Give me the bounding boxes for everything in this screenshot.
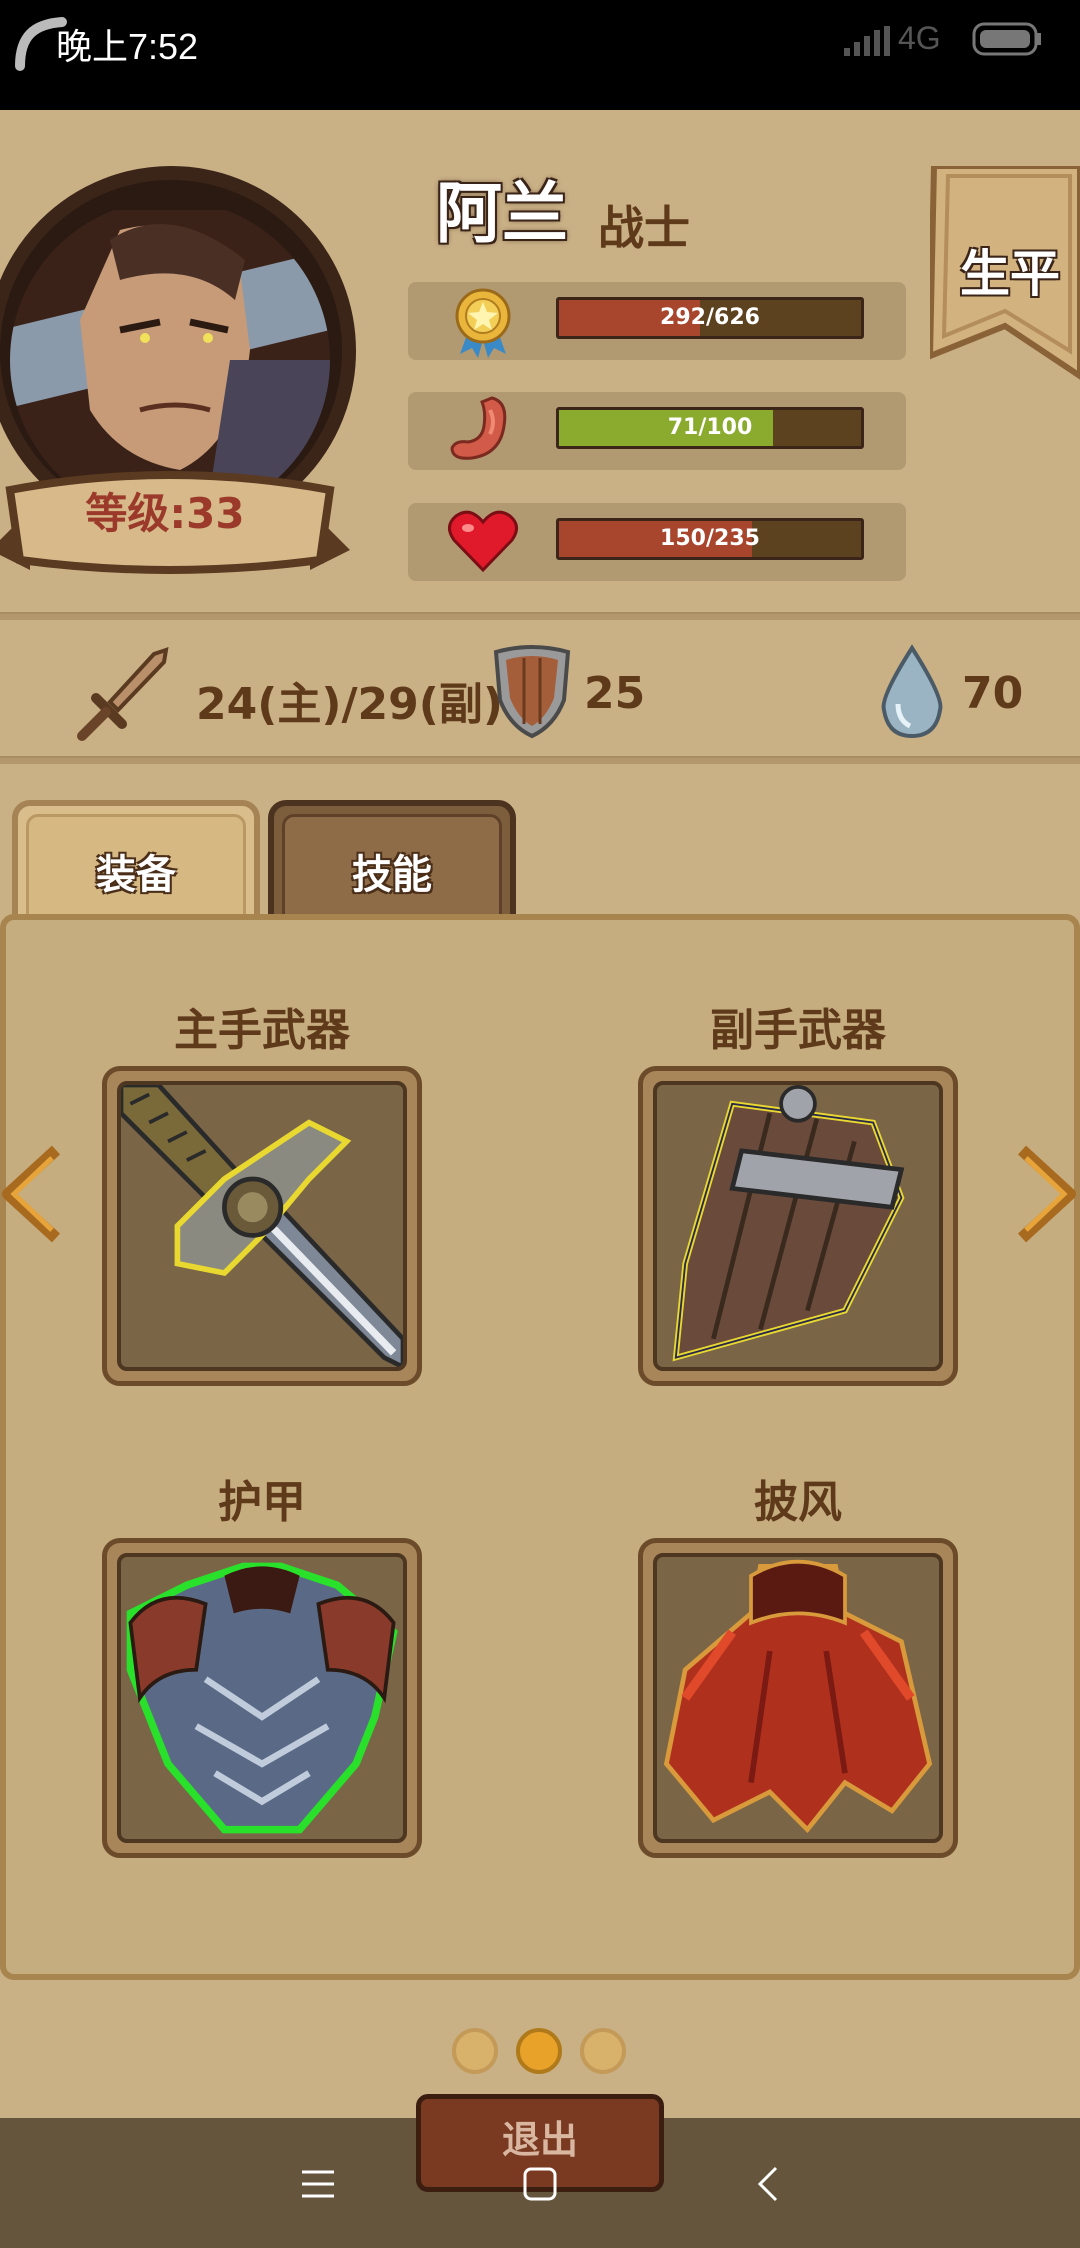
tab-skills-label: 技能 <box>352 852 432 898</box>
sword-attack-icon <box>77 647 169 741</box>
main-weapon-slot-inner <box>117 1081 407 1371</box>
page-dot-2[interactable] <box>516 2028 562 2074</box>
signal-icon <box>844 26 890 56</box>
hero-class: 战士 <box>598 201 690 255</box>
home-icon[interactable] <box>522 2166 558 2202</box>
mana-value: 70 <box>962 668 1024 719</box>
level-label: 等级:33 <box>85 489 245 538</box>
experience-bar: 292/626 <box>556 297 864 339</box>
experience-text: 292/626 <box>660 305 760 330</box>
shield-defense-icon <box>493 645 571 739</box>
medal-icon <box>455 288 511 358</box>
chest-armor-icon <box>126 1562 398 1834</box>
hunger-text: 71/100 <box>667 415 753 440</box>
main-weapon-title: 主手武器 <box>174 1005 350 1056</box>
hero-portrait[interactable] <box>0 210 330 490</box>
network-type: 4G <box>898 20 941 56</box>
health-bar: 150/235 <box>556 518 864 560</box>
exit-button-label: 退出 <box>501 2118 578 2162</box>
next-page-arrow-icon[interactable] <box>1018 1134 1078 1254</box>
heart-icon <box>448 510 518 573</box>
attack-value: 24(主)/29(副) <box>196 679 503 730</box>
sword-icon <box>121 1085 403 1367</box>
cloak-slot[interactable] <box>638 1538 958 1858</box>
tab-equipment-label: 装备 <box>96 852 176 898</box>
menu-icon[interactable] <box>300 2168 336 2200</box>
health-text: 150/235 <box>660 526 760 551</box>
divider-bottom <box>0 756 1080 764</box>
page-dot-1[interactable] <box>452 2028 498 2074</box>
cloak-slot-inner <box>653 1553 943 1843</box>
status-time: 晚上7:52 <box>56 26 199 67</box>
divider-top <box>0 612 1080 620</box>
wooden-shield-icon <box>672 1085 905 1362</box>
hero-name: 阿兰 <box>436 175 568 252</box>
armor-title: 护甲 <box>218 1477 306 1528</box>
page-dot-3[interactable] <box>580 2028 626 2074</box>
water-drop-icon <box>881 644 943 739</box>
off-weapon-slot-inner <box>653 1081 943 1371</box>
armor-slot-inner <box>117 1553 407 1843</box>
prev-page-arrow-icon[interactable] <box>0 1134 60 1254</box>
off-weapon-title: 副手武器 <box>710 1005 886 1056</box>
biography-button-label[interactable]: 生平 <box>960 234 1060 306</box>
off-weapon-slot[interactable] <box>638 1066 958 1386</box>
armor-slot[interactable] <box>102 1538 422 1858</box>
back-icon[interactable] <box>752 2164 782 2204</box>
red-cloak-icon <box>663 1559 933 1834</box>
defense-value: 25 <box>584 668 646 719</box>
tab-equipment[interactable]: 装备 <box>12 800 260 930</box>
battery-icon <box>972 22 1041 56</box>
hunger-bar: 71/100 <box>556 407 864 449</box>
tab-skills[interactable]: 技能 <box>268 800 516 930</box>
main-weapon-slot[interactable] <box>102 1066 422 1386</box>
stomach-icon <box>450 396 507 460</box>
cloak-title: 披风 <box>754 1477 842 1528</box>
